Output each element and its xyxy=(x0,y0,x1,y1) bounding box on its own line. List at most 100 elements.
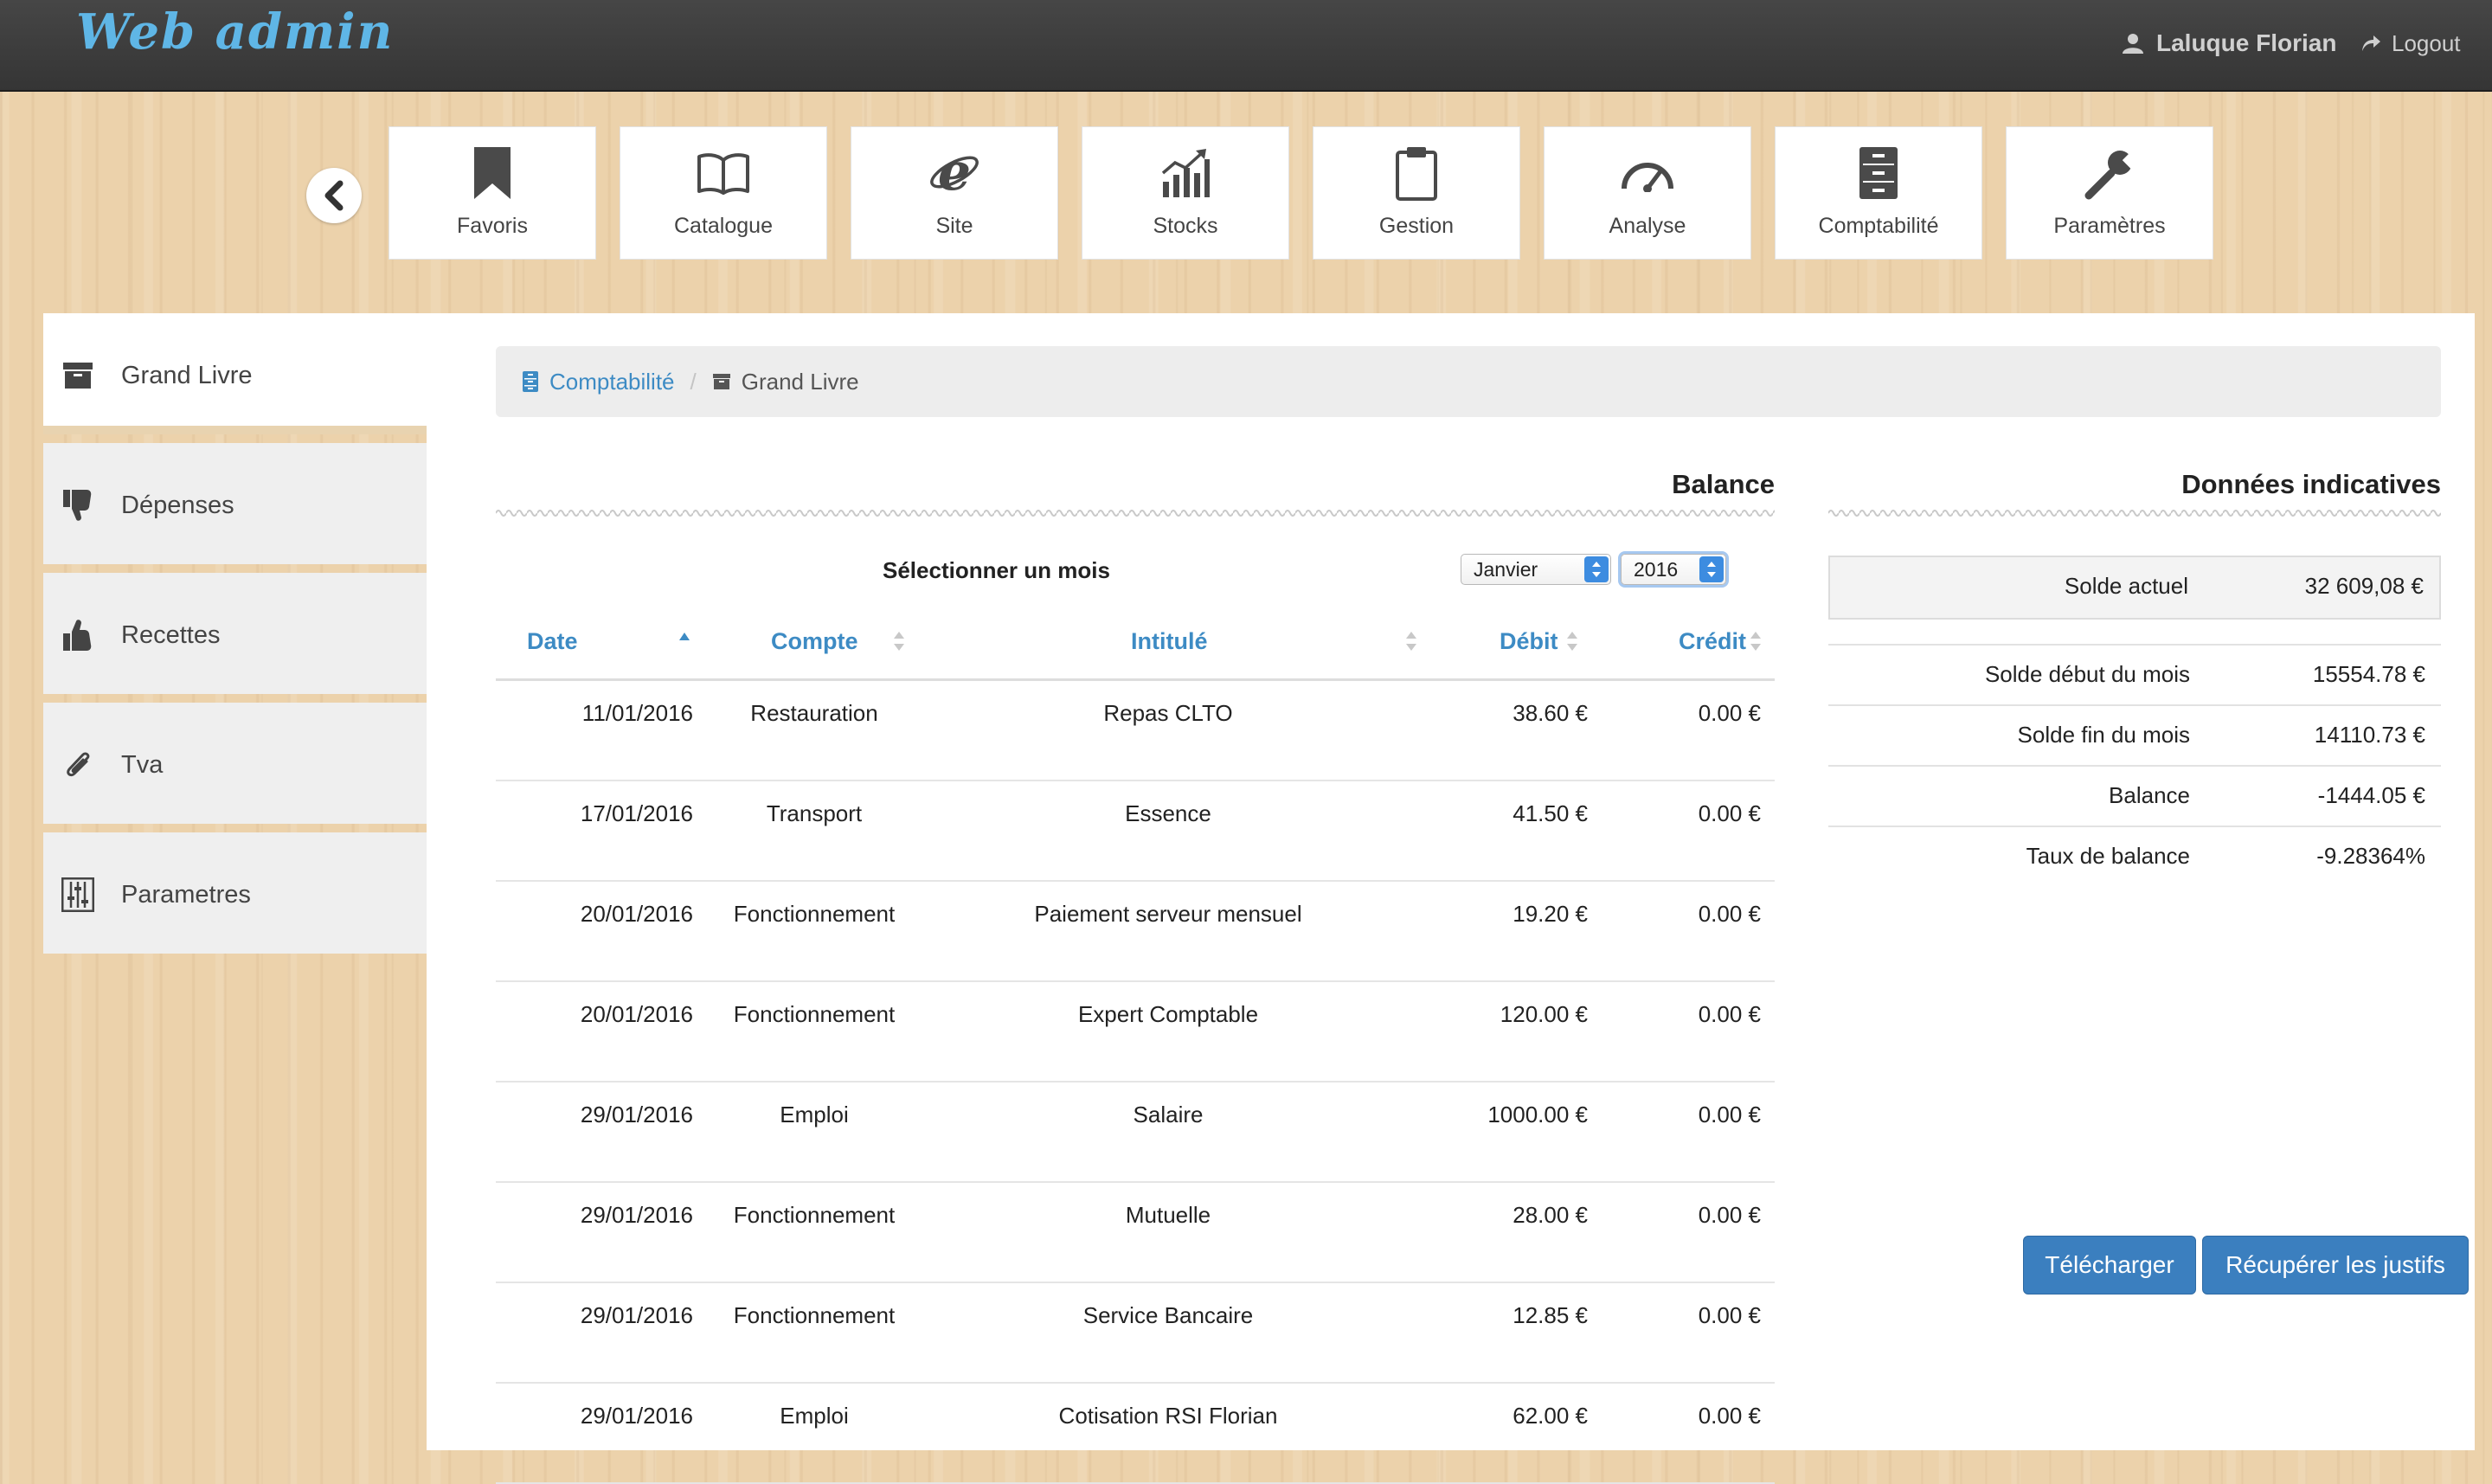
cell-intitule: Essence xyxy=(1125,800,1211,826)
user-icon xyxy=(2123,34,2143,54)
cell-compte: Transport xyxy=(766,800,863,826)
cell-credit: 0.00 € xyxy=(1698,901,1761,927)
month-select-label: Sélectionner un mois xyxy=(883,557,1110,583)
cell-compte: Emploi xyxy=(780,1403,849,1429)
thumbs-down-icon xyxy=(63,490,92,521)
sort-ascending-icon[interactable] xyxy=(678,628,691,654)
table-row: 17/01/2016 Transport Essence 41.50 € 0.00 € xyxy=(496,781,1775,882)
module-parametres[interactable]: Paramètres xyxy=(2006,126,2213,260)
user-menu[interactable]: Laluque Florian xyxy=(2122,26,2336,61)
column-header-credit[interactable]: Crédit xyxy=(1679,604,1746,678)
year-select[interactable]: 2016 xyxy=(1621,554,1726,585)
balance-title: Balance xyxy=(1672,469,1775,499)
top-bar: Web admin Laluque Florian Logout xyxy=(0,0,2492,92)
module-label: Favoris xyxy=(457,214,528,238)
indicative-value: -9.28364% xyxy=(2316,843,2425,869)
chevron-left-icon xyxy=(324,180,344,211)
table-row: 20/01/2016 Fonctionnement Paiement serveur… xyxy=(496,882,1775,982)
cell-intitule: Expert Comptable xyxy=(1077,1001,1259,1027)
cell-credit: 0.00 € xyxy=(1698,1102,1761,1127)
internet-explorer-icon: e xyxy=(930,146,979,200)
sidebar-item-parametres[interactable]: Parametres xyxy=(43,832,427,954)
module-catalogue[interactable]: Catalogue xyxy=(620,126,827,260)
thumbs-up-icon xyxy=(63,620,92,651)
cell-credit: 0.00 € xyxy=(1698,1202,1761,1228)
module-comptabilite[interactable]: Comptabilité xyxy=(1775,126,1982,260)
indicative-row: Balance -1444.05 € xyxy=(1828,765,2441,826)
wavy-divider xyxy=(496,505,1775,521)
cell-compte: Fonctionnement xyxy=(733,901,896,927)
indicative-label: Taux de balance xyxy=(2026,843,2190,869)
cell-credit: 0.00 € xyxy=(1698,700,1761,726)
module-label: Comptabilité xyxy=(1818,214,1939,238)
column-header-debit[interactable]: Débit xyxy=(1500,604,1558,678)
sort-icon[interactable] xyxy=(1749,628,1763,654)
cell-date: 29/01/2016 xyxy=(580,1403,693,1429)
sidebar-item-depenses[interactable]: Dépenses xyxy=(43,443,427,564)
cell-intitule: Salaire xyxy=(1133,1102,1204,1127)
main-panel: Comptabilité / Grand Livre Balance Sélec… xyxy=(427,313,2475,1484)
table-header: Date Compte Intitulé Débit Crédit xyxy=(496,604,1775,681)
sidebar-item-grand-livre[interactable]: Grand Livre xyxy=(43,313,427,434)
sidebar-item-label: Dépenses xyxy=(121,491,234,519)
cell-debit: 120.00 € xyxy=(1500,1001,1588,1027)
cell-credit: 0.00 € xyxy=(1698,1403,1761,1429)
module-analyse[interactable]: Analyse xyxy=(1544,126,1751,260)
indicatives-title: Données indicatives xyxy=(2181,469,2441,499)
indicative-value: 15554.78 € xyxy=(2312,661,2425,687)
sidebar-item-recettes[interactable]: Recettes xyxy=(43,573,427,694)
sort-icon[interactable] xyxy=(892,628,906,654)
sort-icon[interactable] xyxy=(1565,628,1579,654)
column-header-intitule[interactable]: Intitulé xyxy=(1131,604,1208,678)
sidebar-item-label: Recettes xyxy=(121,621,221,649)
breadcrumb-parent-label: Comptabilité xyxy=(549,368,675,395)
sidebar-item-tva[interactable]: Tva xyxy=(43,703,427,824)
month-select[interactable]: Janvier xyxy=(1461,554,1611,585)
cell-intitule: Mutuelle xyxy=(1125,1202,1211,1228)
breadcrumb: Comptabilité / Grand Livre xyxy=(496,346,2441,417)
table-row: 20/01/2016 Fonctionnement Expert Comptable… xyxy=(496,982,1775,1082)
table-row: 29/01/2016 Fonctionnement Mutuelle 28.00 € 0… xyxy=(496,1183,1775,1283)
bar-chart-icon xyxy=(1161,149,1210,197)
sort-icon[interactable] xyxy=(1404,628,1418,654)
breadcrumb-parent-link[interactable]: Comptabilité xyxy=(522,369,675,395)
module-label: Site xyxy=(935,214,973,238)
module-favoris[interactable]: Favoris xyxy=(389,126,596,260)
indicative-row: Taux de balance -9.28364% xyxy=(1828,826,2441,886)
cell-compte: Restauration xyxy=(750,700,878,726)
solde-actuel-value: 32 609,08 € xyxy=(2304,573,2424,599)
solde-actuel-label: Solde actuel xyxy=(2064,573,2188,599)
breadcrumb-separator: / xyxy=(690,368,697,395)
column-header-date[interactable]: Date xyxy=(527,604,578,678)
module-label: Catalogue xyxy=(674,214,773,238)
share-arrow-icon xyxy=(2362,35,2380,51)
cell-intitule: Service Bancaire xyxy=(1082,1302,1254,1328)
user-name: Laluque Florian xyxy=(2156,29,2337,56)
cell-debit: 12.85 € xyxy=(1513,1302,1588,1328)
paperclip-icon xyxy=(67,752,90,777)
wavy-divider xyxy=(1828,505,2441,521)
module-gestion[interactable]: Gestion xyxy=(1313,126,1520,260)
table-row: 29/01/2016 Fonctionnement Service Bancaire… xyxy=(496,1283,1775,1384)
cell-compte: Fonctionnement xyxy=(733,1202,896,1228)
cell-date: 29/01/2016 xyxy=(580,1102,693,1127)
filing-cabinet-icon xyxy=(523,371,538,392)
fetch-receipts-button[interactable]: Récupérer les justifs xyxy=(2202,1236,2469,1294)
module-stocks[interactable]: Stocks xyxy=(1082,126,1289,260)
logout-link[interactable]: Logout xyxy=(2360,26,2461,61)
module-site[interactable]: e Site xyxy=(851,126,1058,260)
filing-cabinet-icon xyxy=(1859,147,1898,199)
sliders-icon xyxy=(61,877,94,912)
back-button[interactable] xyxy=(306,168,362,223)
cell-date: 29/01/2016 xyxy=(580,1302,693,1328)
cell-intitule: Repas CLTO xyxy=(1103,700,1233,726)
cell-intitule: Paiement serveur mensuel xyxy=(1034,901,1302,927)
svg-text:e: e xyxy=(938,146,971,200)
cell-debit: 1000.00 € xyxy=(1487,1102,1588,1127)
module-label: Analyse xyxy=(1609,214,1686,238)
column-header-compte[interactable]: Compte xyxy=(771,604,858,678)
select-arrows-icon xyxy=(1699,556,1724,582)
indicatives-table: Solde début du mois 15554.78 € Solde fin… xyxy=(1828,644,2441,886)
download-button[interactable]: Télécharger xyxy=(2023,1236,2196,1294)
app-logo[interactable]: Web admin xyxy=(76,3,394,61)
